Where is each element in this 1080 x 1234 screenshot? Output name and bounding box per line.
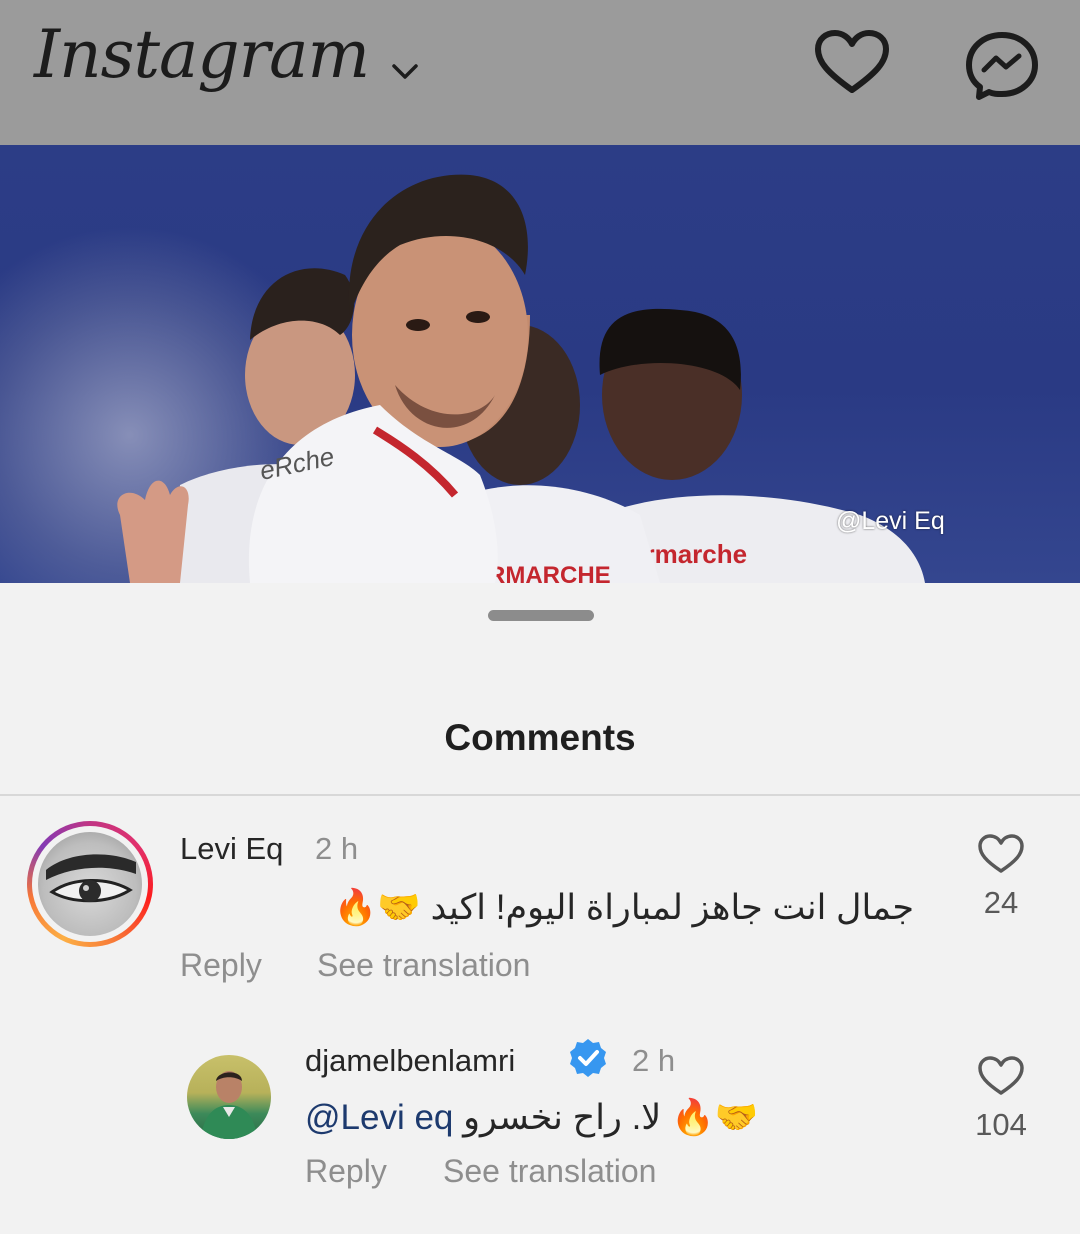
comment-text-row: @Levi eq 🤝🔥 لا. راح نخسرو	[305, 1097, 758, 1138]
app-logo[interactable]: Instagram	[34, 22, 370, 88]
comment-reply-item: djamelbenlamri 2 h @Levi eq 🤝🔥 لا. راح ن…	[0, 1039, 1080, 1223]
reply-button[interactable]: Reply	[180, 947, 262, 984]
verified-badge-icon	[570, 1039, 606, 1077]
post-image[interactable]: ermarche RMARCHE eRche @Levi Eq	[0, 145, 1080, 583]
comments-sheet: Comments Levi Eq 2 h جمال انت جاهز لمبار…	[0, 583, 1080, 1234]
comment-item: Levi Eq 2 h جمال انت جاهز لمباراة اليوم!…	[0, 821, 1080, 1021]
comment-username[interactable]: djamelbenlamri	[305, 1043, 515, 1079]
like-count: 104	[975, 1107, 1027, 1142]
mention-link[interactable]: @Levi eq	[305, 1098, 453, 1137]
comment-text: 🤝🔥 لا. راح نخسرو	[463, 1098, 759, 1137]
comment-username[interactable]: Levi Eq	[180, 831, 283, 867]
like-count: 24	[983, 885, 1019, 920]
chevron-down-icon[interactable]	[386, 56, 424, 86]
comment-time: 2 h	[315, 831, 359, 866]
divider	[0, 794, 1080, 796]
see-translation-button[interactable]: See translation	[443, 1153, 656, 1190]
reply-button[interactable]: Reply	[305, 1153, 387, 1190]
app-header: Instagram	[0, 0, 1080, 145]
see-translation-button[interactable]: See translation	[317, 947, 530, 984]
comment-time: 2 h	[632, 1043, 676, 1078]
comment-text: جمال انت جاهز لمباراة اليوم! اكيد 🤝🔥	[333, 888, 914, 927]
post-watermark: @Levi Eq	[836, 507, 945, 535]
avatar[interactable]	[187, 1055, 271, 1139]
player-avatar-image	[201, 1071, 257, 1139]
shirt-text-middle: RMARCHE	[488, 562, 611, 583]
messenger-icon[interactable]	[962, 30, 1042, 100]
like-heart-icon[interactable]	[977, 833, 1025, 875]
avatar[interactable]	[38, 832, 142, 936]
eye-image-icon	[46, 854, 136, 903]
heart-icon[interactable]	[812, 28, 892, 98]
sheet-drag-handle[interactable]	[488, 610, 594, 621]
like-heart-icon[interactable]	[977, 1055, 1025, 1097]
sheet-title: Comments	[444, 717, 636, 758]
